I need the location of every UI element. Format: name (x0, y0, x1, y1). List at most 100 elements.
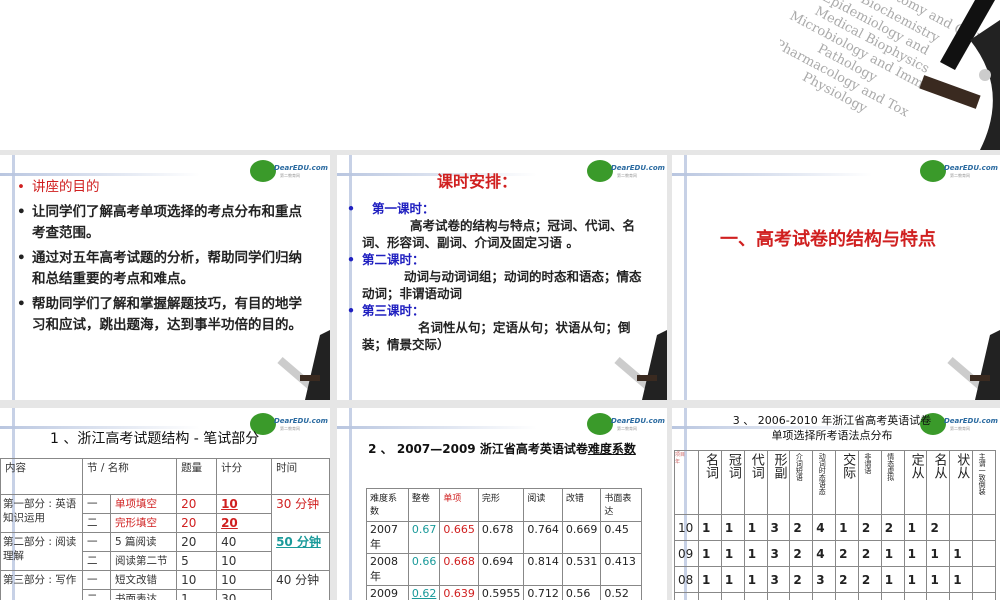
header-cell: 动词时态语态 (812, 450, 837, 515)
table-cell: 0.56 (561, 585, 602, 600)
table-cell: 07 (674, 592, 699, 600)
corner-cell: 项目年 (674, 450, 699, 515)
table-row: 2007 年 0.67 0.665 0.678 0.764 0.669 0.45 (366, 521, 642, 554)
header-cell: 改错 (561, 488, 602, 522)
table-cell: 2009 年 (366, 585, 409, 600)
slide-title: 一、高考试卷的结构与特点 (720, 229, 936, 250)
slide-6-grammar-distribution[interactable]: DearEDU.com 第二教育网 3 、 2006-2010 年浙江省高考英语试… (672, 408, 1000, 600)
table-cell: 0.66 (407, 553, 441, 586)
dearedu-logo: DearEDU.com 第二教育网 (920, 160, 998, 182)
table-row: 2009 年0.620.6390.59550.7120.560.52 (366, 585, 642, 600)
table-cell: 1 (835, 514, 859, 541)
table-cell: 0.52 (600, 585, 642, 600)
slide-title: 2 、 2007—2009 浙江省高考英语试卷难度系数 (368, 442, 636, 456)
table-cell: 3 (766, 514, 791, 541)
table-cell: 0.639 (439, 585, 479, 600)
table-cell: 1 (743, 592, 768, 600)
slide-5-difficulty[interactable]: DearEDU.com 第二教育网 2 、 2007—2009 浙江省高考英语试卷… (337, 408, 667, 600)
table-cell: 3 (835, 592, 859, 600)
header-cell: 单项 (439, 488, 479, 522)
table-header-row: 内容 节 / 名称 题量 计分 时间 (0, 458, 330, 495)
header-cell: 形副 (766, 450, 791, 515)
section-heading: • 第一课时： (347, 201, 435, 216)
microscope-icon (947, 330, 1000, 400)
header-cell: 整卷 (407, 488, 441, 522)
table-cell: 1 (903, 566, 928, 593)
table-cell: 1 (880, 566, 905, 593)
slide-3-section-title[interactable]: DearEDU.com 第二教育网 一、高考试卷的结构与特点 (672, 155, 1000, 400)
table-cell: 0.694 (477, 553, 525, 586)
table-cell: 1 (698, 514, 722, 541)
table-cell: 0.45 (600, 521, 642, 554)
bullet-item: 通过对五年高考试题的分析，帮助同学们归纳和总结重要的考点和难点。 (12, 248, 302, 290)
table-cell: 1 (972, 592, 996, 600)
table-cell: 0.678 (477, 521, 525, 554)
table-cell: 0.531 (561, 553, 602, 586)
exam-structure-table: 内容 节 / 名称 题量 计分 时间 第一部分 : 英语知识运用一单项填空 20 1… (0, 458, 330, 600)
table-cell: 1 (720, 514, 745, 541)
header-cell: 书面表达 (600, 488, 642, 522)
table-cell: 08 (674, 566, 699, 593)
table-header-row: 难度系数 整卷 单项 完形 阅读 改错 书面表达 (366, 488, 642, 522)
dearedu-logo: DearEDU.com 第二教育网 (250, 413, 328, 435)
table-cell: 1 (720, 566, 745, 593)
table-row: 2008 年 0.66 0.668 0.694 0.814 0.531 0.413 (366, 553, 642, 586)
slide-title: 3 、 2006-2010 年浙江省高考英语试卷 单项选择所考语法点分布 (732, 414, 932, 442)
table-cell: 1 (766, 592, 791, 600)
table-cell: 1 (926, 540, 951, 567)
header-cell: 难度系数 (366, 488, 409, 522)
table-row: 10 1 1 1 3 2 4 1 2 2 1 2 (674, 514, 996, 541)
header-cell: 内容 (0, 458, 83, 495)
table-row: 08 1 1 1 3 2 3 2 2 1 1 1 1 (674, 566, 996, 593)
table-cell: 4 (812, 540, 837, 567)
table-row: 第三部分 : 写作一短文改错 10 10 40 分钟 (0, 570, 330, 600)
slide-2-schedule[interactable]: DearEDU.com 第二教育网 课时安排： • 第一课时： 高考试卷的结构与特点… (337, 155, 667, 400)
table-cell (972, 566, 996, 593)
table-row: 第一部分 : 英语知识运用一单项填空 20 10 30 分钟 (0, 494, 330, 533)
slide-4-exam-structure[interactable]: DearEDU.com 第二教育网 1 、浙江高考试题结构 - 笔试部分 内容 节… (0, 408, 330, 600)
table-cell: 1 (698, 566, 722, 593)
table-row: 09 1 1 1 3 2 4 2 2 1 1 1 1 (674, 540, 996, 567)
table-row: 071111133311111 (674, 592, 996, 600)
header-cell: 完形 (477, 488, 525, 522)
dearedu-logo: DearEDU.com 第二教育网 (587, 160, 665, 182)
table-row: 第二部分 : 阅读理解一 5 篇阅读 20 40 50 分钟 (0, 532, 330, 571)
table-cell: 0.712 (523, 585, 563, 600)
header-cell: 名从 (926, 450, 951, 515)
header-cell: 交际 (835, 450, 859, 515)
table-cell: 1 (903, 592, 928, 600)
table-cell: 1 (743, 566, 768, 593)
slide-title: 1 、浙江高考试题结构 - 笔试部分 (50, 431, 260, 447)
table-cell: 2007 年 (366, 521, 409, 554)
section-heading: • 第三课时： (347, 303, 425, 318)
slide-title: 课时安排： (437, 172, 518, 191)
table-cell: 3 (812, 566, 837, 593)
table-cell: 1 (743, 514, 768, 541)
section-body: 高考试卷的结构与特点；冠词、代词、名词、形容词、副词、介词及固定习语 。 (362, 218, 636, 250)
slide-1-objectives[interactable]: DearEDU.com第二教育网 讲座的目的 让同学们了解高考单项选择的考点分布… (0, 155, 330, 400)
table-cell: 1 (903, 540, 928, 567)
header-cell: 名词 (698, 450, 722, 515)
bullet-item: 帮助同学们了解和掌握解题技巧，有目的地学习和应试，跳出题海，达到事半功倍的目的。 (12, 294, 302, 336)
difficulty-table: 难度系数 整卷 单项 完形 阅读 改错 书面表达 2007 年 0.67 0.665 0.678 0… (366, 488, 642, 600)
header-cell: 题量 (176, 458, 218, 495)
table-cell (972, 514, 996, 541)
table-cell: 0.413 (600, 553, 642, 586)
table-cell: 1 (926, 592, 951, 600)
table-cell: 0.764 (523, 521, 563, 554)
table-cell: 2 (789, 566, 814, 593)
header-cell: 冠词 (720, 450, 745, 515)
table-cell: 1 (789, 592, 814, 600)
table-cell: 2 (789, 514, 814, 541)
table-cell: 2008 年 (366, 553, 409, 586)
table-cell: 2 (857, 514, 882, 541)
table-cell (949, 514, 974, 541)
table-cell: 1 (743, 540, 768, 567)
section-body: 名词性从句；定语从句；状语从句；倒装；情景交际） (362, 320, 631, 352)
table-cell: 0.62 (407, 585, 441, 600)
table-cell: 1 (720, 540, 745, 567)
table-cell: 1 (926, 566, 951, 593)
header-cell: 阅读 (523, 488, 563, 522)
table-cell: 1 (949, 566, 974, 593)
header-cell: 主谓一致倒装 (972, 450, 996, 515)
